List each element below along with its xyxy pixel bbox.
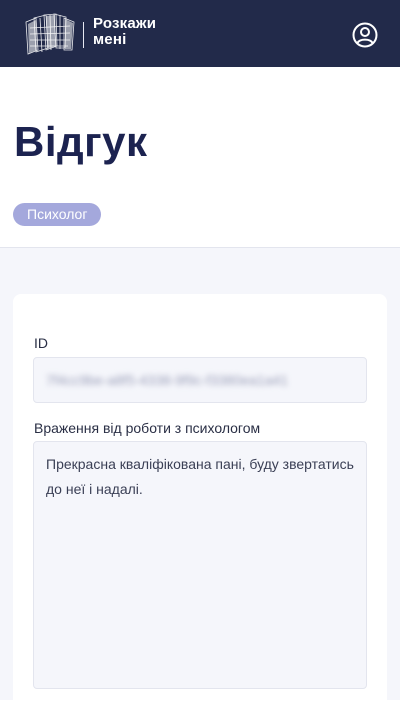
logo-divider (83, 22, 84, 48)
id-value: 7f4cc9be-a8f5-4338-9f9c-f3380ea1a41 (46, 372, 289, 388)
id-field[interactable]: 7f4cc9be-a8f5-4338-9f9c-f3380ea1a41 (33, 357, 367, 403)
logo-line-2: мені (93, 31, 127, 48)
logo-text[interactable]: Розкажи мені (93, 16, 156, 48)
category-badge: Психолог (13, 203, 102, 226)
user-circle-icon[interactable] (352, 22, 378, 48)
logo-mark-icon[interactable] (20, 10, 78, 60)
impression-label: Враження від роботи з психологом (34, 420, 261, 436)
id-label: ID (34, 335, 48, 351)
impression-textarea[interactable]: Прекрасна кваліфікована пані, буду зверт… (33, 441, 367, 689)
page-title: Відгук (14, 118, 148, 165)
app-header: Розкажи мені (0, 0, 400, 67)
logo-line-1: Розкажи (93, 15, 157, 32)
